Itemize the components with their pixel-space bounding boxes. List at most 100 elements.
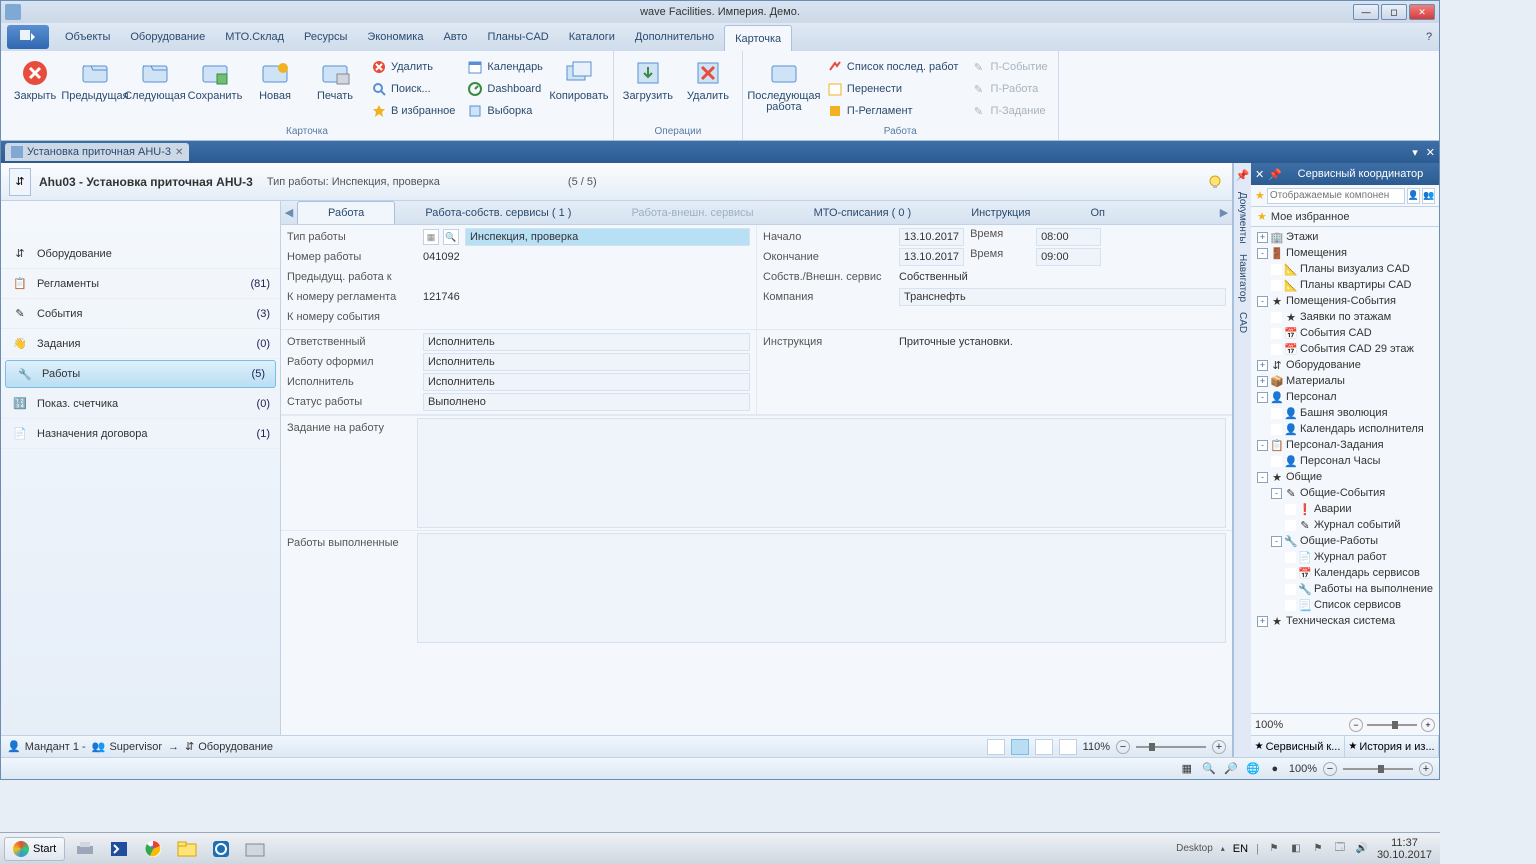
input-end-date[interactable]: 13.10.2017 [899, 248, 964, 266]
tree-toggle[interactable]: - [1257, 440, 1268, 451]
st-ico-4[interactable]: 🌐 [1245, 761, 1261, 777]
cad-panel-tab[interactable]: CAD [1237, 312, 1248, 333]
tray-ico-2[interactable]: ◧ [1289, 842, 1303, 856]
favorite-small-button[interactable]: В избранное [367, 101, 459, 121]
zoom-in-outer[interactable]: + [1419, 762, 1433, 776]
tree-toggle[interactable]: + [1257, 616, 1268, 627]
type-search-icon[interactable]: 🔍 [443, 229, 459, 245]
navigator-panel-tab[interactable]: Навигатор [1237, 254, 1248, 302]
tree-node[interactable]: 👤Персонал Часы [1253, 453, 1437, 469]
user-filter-2[interactable]: 👥 [1422, 188, 1435, 204]
tb-fax-icon[interactable] [241, 836, 269, 862]
menu-Оборудование[interactable]: Оборудование [120, 23, 215, 51]
dtab-0[interactable]: Работа [297, 201, 395, 224]
view-btn-4[interactable] [1059, 739, 1077, 755]
tree-toggle[interactable]: - [1271, 536, 1282, 547]
zoom-out-outer[interactable]: − [1323, 762, 1337, 776]
document-tab[interactable]: Установка приточная AHU-3 ✕ [5, 143, 189, 161]
st-ico-5[interactable]: ● [1267, 761, 1283, 777]
textarea-task[interactable] [417, 418, 1226, 528]
st-ico-2[interactable]: 🔍 [1201, 761, 1217, 777]
menu-Карточка[interactable]: Карточка [724, 25, 792, 51]
input-resp[interactable]: Исполнитель [423, 333, 750, 351]
tree-toggle[interactable]: - [1257, 248, 1268, 259]
rtab-history[interactable]: ★ История и из... [1345, 736, 1439, 757]
tree-node[interactable]: -✎Общие-События [1253, 485, 1437, 501]
tree-node[interactable]: 🔧Работы на выполнение [1253, 581, 1437, 597]
selection-small-button[interactable]: Выборка [463, 101, 547, 121]
menu-Экономика[interactable]: Экономика [357, 23, 433, 51]
pin-icon[interactable]: 📌 [1236, 169, 1250, 182]
tree-node[interactable]: +📦Материалы [1253, 373, 1437, 389]
dashboard-small-button[interactable]: Dashboard [463, 79, 547, 99]
save-button[interactable]: Сохранить [187, 53, 243, 102]
tree-toggle[interactable]: - [1257, 296, 1268, 307]
delete-small-button[interactable]: Удалить [367, 57, 459, 77]
view-btn-2[interactable] [1011, 739, 1029, 755]
input-issued[interactable]: Исполнитель [423, 353, 750, 371]
close-button[interactable]: ✕ [1409, 4, 1435, 20]
tree-node[interactable]: -★Помещения-События [1253, 293, 1437, 309]
maximize-button[interactable]: ◻ [1381, 4, 1407, 20]
tray-ico-3[interactable]: ⚑ [1311, 842, 1325, 856]
tab-prev[interactable]: ◀ [281, 201, 297, 224]
minimize-button[interactable]: — [1353, 4, 1379, 20]
rtab-service[interactable]: ★ Сервисный к... [1251, 736, 1345, 757]
type-lookup-icon[interactable]: ▦ [423, 229, 439, 245]
tb-chrome-icon[interactable] [139, 836, 167, 862]
dtab-3[interactable]: МТО-списания ( 0 ) [784, 201, 942, 224]
tray-ico-4[interactable]: 🗔 [1333, 842, 1347, 856]
input-end-time[interactable]: 09:00 [1036, 248, 1101, 266]
new-button[interactable]: Новая [247, 53, 303, 102]
tree-node[interactable]: 📄Журнал работ [1253, 549, 1437, 565]
side-item-3[interactable]: 👋Задания(0) [1, 329, 280, 359]
tree-toggle[interactable]: - [1271, 488, 1282, 499]
tree-node[interactable]: +⇵Оборудование [1253, 357, 1437, 373]
textarea-done[interactable] [417, 533, 1226, 643]
side-item-5[interactable]: 🔢Показ. счетчика(0) [1, 389, 280, 419]
work-list-button[interactable]: Список послед. работ [823, 57, 963, 77]
side-item-4[interactable]: 🔧Работы(5) [5, 360, 276, 388]
input-start-time[interactable]: 08:00 [1036, 228, 1101, 246]
bulb-icon[interactable] [1206, 173, 1224, 191]
tree-node[interactable]: ✎Журнал событий [1253, 517, 1437, 533]
tb-explorer-icon[interactable] [173, 836, 201, 862]
tree-node[interactable]: 📅События CAD 29 этаж [1253, 341, 1437, 357]
input-status[interactable]: Выполнено [423, 393, 750, 411]
tree-toggle[interactable]: + [1257, 360, 1268, 371]
input-company[interactable]: Транснефть [899, 288, 1226, 306]
tree-toggle[interactable]: - [1257, 392, 1268, 403]
tree-node[interactable]: 📐Планы визуализ CAD [1253, 261, 1437, 277]
tray-ico-1[interactable]: ⚑ [1267, 842, 1281, 856]
tab-close-icon[interactable]: ✕ [175, 147, 183, 158]
tb-app-icon[interactable] [207, 836, 235, 862]
tree-node[interactable]: 👤Календарь исполнителя [1253, 421, 1437, 437]
print-button[interactable]: Печать [307, 53, 363, 102]
input-type[interactable]: Инспекция, проверка [465, 228, 750, 246]
next-button[interactable]: Следующая [127, 53, 183, 102]
dtab-5[interactable]: Оп [1060, 201, 1135, 224]
calendar-small-button[interactable]: Календарь [463, 57, 547, 77]
side-item-6[interactable]: 📄Назначения договора(1) [1, 419, 280, 449]
input-exec[interactable]: Исполнитель [423, 373, 750, 391]
work-move-button[interactable]: Перенести [823, 79, 963, 99]
search-small-button[interactable]: Поиск... [367, 79, 459, 99]
tray-ico-5[interactable]: 🔊 [1355, 842, 1369, 856]
tree-node[interactable]: -🚪Помещения [1253, 245, 1437, 261]
tree-node[interactable]: 📐Планы квартиры CAD [1253, 277, 1437, 293]
zoom-out-inner[interactable]: − [1116, 740, 1130, 754]
tree-node[interactable]: 📅Календарь сервисов [1253, 565, 1437, 581]
menu-Авто[interactable]: Авто [433, 23, 477, 51]
panel-pin-icon[interactable]: 📌 [1268, 168, 1282, 181]
dtab-1[interactable]: Работа-собств. сервисы ( 1 ) [395, 201, 601, 224]
rpanel-zoom-out[interactable]: − [1349, 718, 1363, 732]
work-reg-button[interactable]: П-Регламент [823, 101, 963, 121]
tree-node[interactable]: ❗Аварии [1253, 501, 1437, 517]
tree-node[interactable]: -📋Персонал-Задания [1253, 437, 1437, 453]
load-button[interactable]: Загрузить [620, 53, 676, 102]
prev-button[interactable]: Предыдущая [67, 53, 123, 102]
tree-node[interactable]: ★Заявки по этажам [1253, 309, 1437, 325]
view-btn-1[interactable] [987, 739, 1005, 755]
last-work-button[interactable]: Последующая работа [749, 53, 819, 113]
side-item-2[interactable]: ✎События(3) [1, 299, 280, 329]
